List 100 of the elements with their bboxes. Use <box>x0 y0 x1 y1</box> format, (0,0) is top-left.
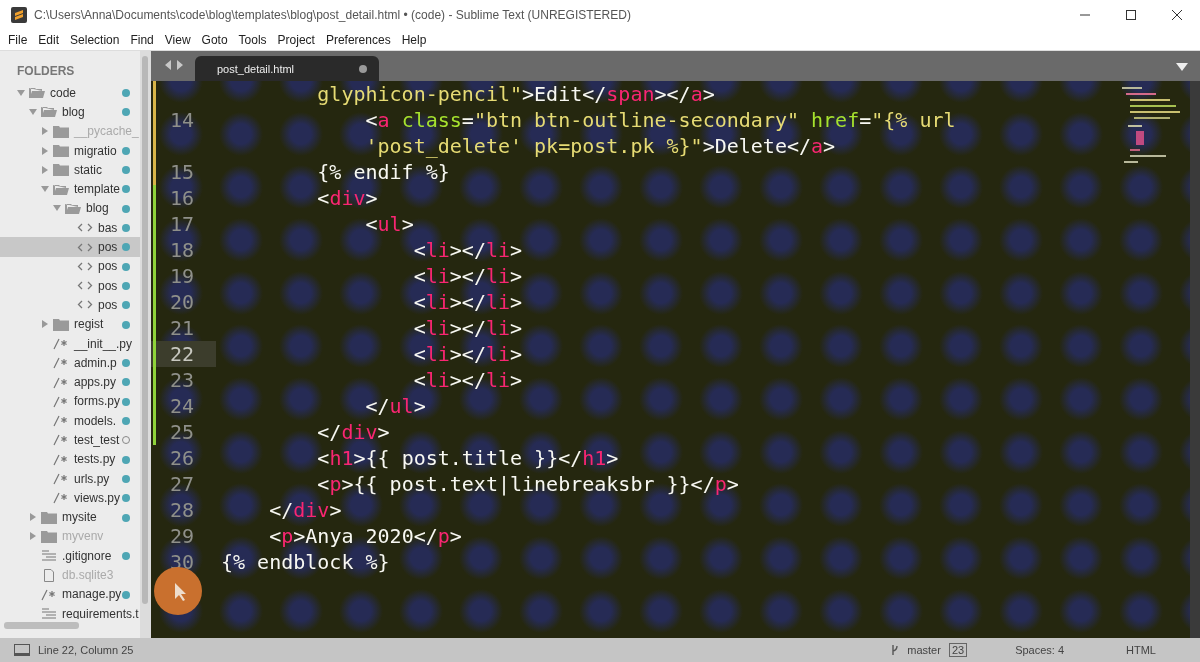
tree-item[interactable]: template <box>0 179 140 199</box>
tree-item[interactable]: static <box>0 160 140 180</box>
git-branch[interactable]: master <box>907 644 941 656</box>
expand-arrow-icon[interactable] <box>29 532 37 541</box>
tree-item[interactable]: migratio <box>0 140 140 161</box>
panel-icon[interactable] <box>14 644 30 656</box>
line-number: 27 <box>169 472 194 496</box>
code-line: <li></li> <box>412 238 523 262</box>
expand-arrow-icon[interactable] <box>41 185 49 194</box>
tree-item[interactable]: regist <box>0 314 140 334</box>
code-line: </div> <box>268 498 342 522</box>
line-number: 14 <box>169 108 194 132</box>
folder-icon <box>53 144 69 158</box>
syntax-setting[interactable]: HTML <box>1126 644 1156 656</box>
script-file-icon <box>53 394 69 408</box>
folder-icon <box>53 124 69 138</box>
line-number: 18 <box>169 238 194 262</box>
code-line: <div> <box>316 186 378 210</box>
tree-item[interactable]: __init__.py <box>0 333 140 354</box>
menu-item[interactable]: Selection <box>70 33 120 47</box>
code-line: <li></li> <box>412 264 523 288</box>
line-number: 19 <box>169 264 194 288</box>
editor-tab[interactable]: post_detail.html <box>195 56 379 81</box>
expand-arrow-icon[interactable] <box>29 107 37 116</box>
close-icon[interactable] <box>1171 9 1183 21</box>
tree-item[interactable]: views.py <box>0 488 140 508</box>
code-line: <li></li> <box>412 316 523 340</box>
tree-item[interactable]: mysite <box>0 507 140 527</box>
window-title: C:\Users\Anna\Documents\code\blog\templates\blog\post_detail.html • (code) - Sublime Text (UNREGISTERED) <box>34 8 631 22</box>
code-line: glyphicon-pencil">Edit</span></a> <box>316 82 715 106</box>
expand-arrow-icon[interactable] <box>29 513 37 522</box>
text-file-icon <box>41 607 57 619</box>
tree-item[interactable]: admin.p <box>0 353 140 373</box>
script-file-icon <box>53 414 69 428</box>
expand-arrow-icon[interactable] <box>17 88 25 97</box>
tree-item[interactable]: bas <box>0 218 140 238</box>
code-line: </ul> <box>364 394 426 418</box>
script-file-icon <box>53 472 69 486</box>
code-line: <p>Anya 2020</p> <box>268 524 462 548</box>
tree-item[interactable]: forms.py <box>0 391 140 412</box>
tree-item[interactable]: code <box>0 83 140 103</box>
folder-icon <box>41 510 57 524</box>
expand-arrow-icon[interactable] <box>41 127 49 136</box>
expand-arrow-icon[interactable] <box>41 146 49 155</box>
tab-navigation-icon[interactable] <box>165 60 183 70</box>
tree-item[interactable]: pos <box>0 256 140 276</box>
tree-item[interactable]: blog <box>0 198 140 219</box>
tree-item[interactable]: blog <box>0 102 140 122</box>
indentation-setting[interactable]: Spaces: 4 <box>1015 644 1065 656</box>
tree-item[interactable]: tests.py <box>0 449 140 469</box>
line-number: 25 <box>169 420 194 444</box>
line-number: 21 <box>169 316 194 340</box>
code-line: {% endif %} <box>316 160 450 184</box>
folder-icon <box>53 317 69 331</box>
folder-icon <box>53 163 69 177</box>
maximize-icon[interactable] <box>1125 9 1137 21</box>
tree-item[interactable]: test_test <box>0 430 140 450</box>
vertical-scrollbar[interactable] <box>140 51 151 638</box>
changes-count: 23 <box>948 643 968 657</box>
code-line: <h1>{{ post.title }}</h1> <box>316 446 619 470</box>
tree-item[interactable]: manage.py <box>0 584 140 604</box>
script-file-icon <box>53 433 69 447</box>
menu-item[interactable]: Tools <box>238 33 267 47</box>
line-number: 23 <box>169 368 194 392</box>
line-number: 15 <box>169 160 194 184</box>
sidebar-header: FOLDERS <box>16 63 76 80</box>
menu-item[interactable]: Edit <box>38 33 60 47</box>
menu-item[interactable]: Find <box>130 33 154 47</box>
tree-item[interactable]: apps.py <box>0 372 140 392</box>
line-number: 28 <box>169 498 194 522</box>
menu-item[interactable]: Project <box>277 33 315 47</box>
app-logo-icon <box>11 7 27 23</box>
code-line: <li></li> <box>412 290 523 314</box>
script-file-icon <box>41 587 57 601</box>
dropdown-icon[interactable] <box>1176 63 1188 71</box>
code-line: <p>{{ post.text|linebreaksbr }}</p> <box>316 472 739 496</box>
editor-scrollbar[interactable] <box>1190 81 1200 638</box>
menu-item[interactable]: Help <box>401 33 427 47</box>
menu-item[interactable]: File <box>8 33 28 47</box>
line-number: 20 <box>169 290 194 314</box>
tree-item[interactable]: pos <box>0 295 140 315</box>
expand-arrow-icon[interactable] <box>41 320 49 329</box>
line-number: 16 <box>169 186 194 210</box>
folder-icon <box>29 86 45 100</box>
script-file-icon <box>53 356 69 370</box>
script-file-icon <box>53 491 69 505</box>
tree-item[interactable]: models. <box>0 411 140 431</box>
expand-arrow-icon[interactable] <box>53 204 61 213</box>
tree-item[interactable]: urls.py <box>0 468 140 489</box>
menu-item[interactable]: View <box>164 33 191 47</box>
folder-icon <box>53 182 69 196</box>
menu-item[interactable]: Preferences <box>325 33 391 47</box>
tree-item[interactable]: .gitignore <box>0 546 140 566</box>
code-line: <li></li> <box>412 342 523 366</box>
line-number: 22 <box>169 342 194 366</box>
expand-arrow-icon[interactable] <box>41 165 49 174</box>
tree-item[interactable]: pos <box>0 237 140 257</box>
menu-item[interactable]: Goto <box>201 33 228 47</box>
line-number: 29 <box>169 524 194 548</box>
tree-item[interactable]: pos <box>0 275 140 296</box>
